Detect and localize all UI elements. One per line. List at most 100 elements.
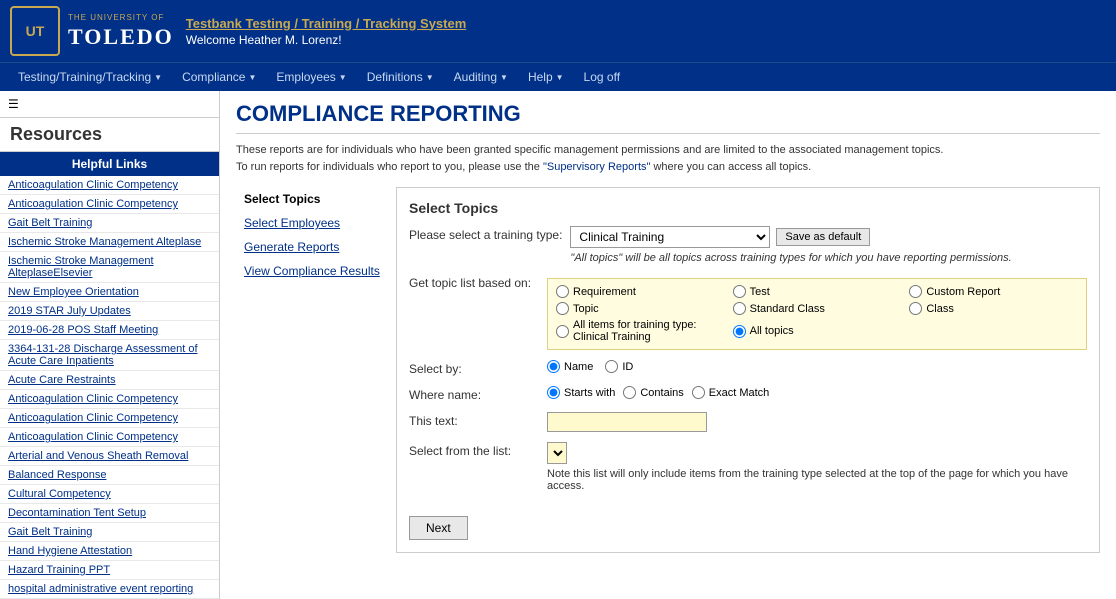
all-topics-note: "All topics" will be all topics across t… [570, 252, 1087, 264]
radio-topic[interactable]: Topic [556, 302, 725, 315]
nav-testing-arrow: ▼ [154, 73, 162, 82]
nav-definitions[interactable]: Definitions ▼ [359, 67, 442, 87]
menu-icon[interactable]: ☰ [0, 91, 219, 118]
training-type-input-row: Clinical Training Gail Belt Training Bal… [570, 226, 1087, 248]
radio-name[interactable]: Name [547, 360, 593, 373]
nav-help[interactable]: Help ▼ [520, 67, 572, 87]
nav-employees-arrow: ▼ [339, 73, 347, 82]
select-list-control: - Note this list will only include items… [547, 442, 1087, 492]
welcome-message: Welcome Heather M. Lorenz! [186, 33, 467, 47]
nav-auditing-arrow: ▼ [500, 73, 508, 82]
nav-help-arrow: ▼ [556, 73, 564, 82]
description-text-2: To run reports for individuals who repor… [236, 161, 543, 173]
select-by-label: Select by: [409, 360, 539, 376]
sidebar-link-10[interactable]: Anticoagulation Clinic Competency [0, 390, 219, 409]
sidebar-link-8[interactable]: 3364-131-28 Discharge Assessment of Acut… [0, 340, 219, 371]
sidebar-link-0[interactable]: Anticoagulation Clinic Competency [0, 176, 219, 195]
radio-all-topics[interactable]: All topics [733, 319, 902, 343]
sidebar-link-19[interactable]: Hazard Training PPT [0, 561, 219, 580]
main-layout: ☰ Resources Helpful Links Anticoagulatio… [0, 91, 1116, 599]
training-type-control: Clinical Training Gail Belt Training Bal… [570, 226, 1087, 264]
nav-compliance-arrow: ▼ [248, 73, 256, 82]
logo-text-area: The University of TOLEDO [68, 13, 174, 50]
sidebar-link-20[interactable]: hospital administrative event reporting [0, 580, 219, 599]
sidebar-link-15[interactable]: Cultural Competency [0, 485, 219, 504]
nav-testing[interactable]: Testing/Training/Tracking ▼ [10, 67, 170, 87]
nav-bar: Testing/Training/Tracking ▼ Compliance ▼… [0, 62, 1116, 91]
radio-class[interactable]: Class [909, 302, 1078, 315]
helpful-links-label: Helpful Links [0, 152, 219, 176]
page-description: These reports are for individuals who ha… [236, 142, 1100, 175]
header-top: UT The University of TOLEDO Testbank Tes… [0, 0, 1116, 62]
step-generate-reports[interactable]: Generate Reports [236, 235, 396, 259]
select-by-control: Name ID [547, 360, 1087, 373]
radio-all-items[interactable]: All items for training type: Clinical Tr… [556, 319, 725, 343]
nav-compliance[interactable]: Compliance ▼ [174, 67, 264, 87]
logo-shield: UT [10, 6, 60, 56]
sidebar-link-6[interactable]: 2019 STAR July Updates [0, 302, 219, 321]
radio-standard-class[interactable]: Standard Class [733, 302, 902, 315]
sidebar-link-13[interactable]: Arterial and Venous Sheath Removal [0, 447, 219, 466]
get-topic-label: Get topic list based on: [409, 274, 539, 290]
sidebar-link-3[interactable]: Ischemic Stroke Management Alteplase [0, 233, 219, 252]
next-button[interactable]: Next [409, 516, 468, 540]
this-text-control [547, 412, 1087, 432]
select-list-dropdown[interactable]: - [547, 442, 567, 464]
sidebar-link-11[interactable]: Anticoagulation Clinic Competency [0, 409, 219, 428]
training-type-row: Please select a training type: Clinical … [409, 226, 1087, 264]
where-name-row: Where name: Starts with Contains Exact M… [409, 386, 1087, 402]
sidebar-link-17[interactable]: Gait Belt Training [0, 523, 219, 542]
nav-employees[interactable]: Employees ▼ [268, 67, 354, 87]
where-name-control: Starts with Contains Exact Match [547, 386, 1087, 399]
this-text-row: This text: [409, 412, 1087, 432]
radio-custom-report[interactable]: Custom Report [909, 285, 1078, 298]
sidebar-link-1[interactable]: Anticoagulation Clinic Competency [0, 195, 219, 214]
where-name-label: Where name: [409, 386, 539, 402]
select-list-label: Select from the list: [409, 442, 539, 458]
select-by-options: Name ID [547, 360, 1087, 373]
step-view-results[interactable]: View Compliance Results [236, 259, 396, 283]
training-type-label: Please select a training type: [409, 226, 562, 242]
sidebar-link-9[interactable]: Acute Care Restraints [0, 371, 219, 390]
sidebar-link-7[interactable]: 2019-06-28 POS Staff Meeting [0, 321, 219, 340]
sidebar: ☰ Resources Helpful Links Anticoagulatio… [0, 91, 220, 599]
content: COMPLIANCE REPORTING These reports are f… [220, 91, 1116, 599]
header-right: Testbank Testing / Training / Tracking S… [186, 16, 467, 47]
supervisory-reports-link[interactable]: "Supervisory Reports" [543, 161, 650, 173]
step-select-employees[interactable]: Select Employees [236, 211, 396, 235]
radio-id[interactable]: ID [605, 360, 633, 373]
this-text-input[interactable] [547, 412, 707, 432]
nav-definitions-arrow: ▼ [426, 73, 434, 82]
topic-options-grid: Requirement Test Custom Report Topic Sta… [547, 278, 1087, 350]
sidebar-link-2[interactable]: Gait Belt Training [0, 214, 219, 233]
sidebar-link-5[interactable]: New Employee Orientation [0, 283, 219, 302]
nav-auditing[interactable]: Auditing ▼ [446, 67, 516, 87]
system-title: Testbank Testing / Training / Tracking S… [186, 16, 467, 31]
radio-requirement[interactable]: Requirement [556, 285, 725, 298]
form-panel: Select Topics Please select a training t… [396, 187, 1100, 553]
form-layout: Select Topics Select Employees Generate … [236, 187, 1100, 553]
select-list-row: Select from the list: - Note this list w… [409, 442, 1087, 492]
radio-contains[interactable]: Contains [623, 386, 683, 399]
training-type-select[interactable]: Clinical Training Gail Belt Training Bal… [570, 226, 770, 248]
steps-panel: Select Topics Select Employees Generate … [236, 187, 396, 553]
get-topic-row: Get topic list based on: Requirement Tes… [409, 274, 1087, 350]
sidebar-link-16[interactable]: Decontamination Tent Setup [0, 504, 219, 523]
sidebar-link-14[interactable]: Balanced Response [0, 466, 219, 485]
radio-test[interactable]: Test [733, 285, 902, 298]
get-topic-control: Requirement Test Custom Report Topic Sta… [547, 274, 1087, 350]
radio-exact-match[interactable]: Exact Match [692, 386, 770, 399]
this-text-label: This text: [409, 412, 539, 428]
sidebar-link-4[interactable]: Ischemic Stroke Management AlteplaseElse… [0, 252, 219, 283]
logo-area: UT The University of TOLEDO [10, 6, 174, 56]
resources-title: Resources [0, 118, 219, 152]
sidebar-link-18[interactable]: Hand Hygiene Attestation [0, 542, 219, 561]
radio-starts-with[interactable]: Starts with [547, 386, 615, 399]
nav-logout[interactable]: Log off [576, 67, 628, 87]
save-default-button[interactable]: Save as default [776, 228, 870, 246]
list-note: Note this list will only include items f… [547, 468, 1087, 492]
sidebar-link-12[interactable]: Anticoagulation Clinic Competency [0, 428, 219, 447]
where-name-options: Starts with Contains Exact Match [547, 386, 1087, 399]
step-select-topics[interactable]: Select Topics [236, 187, 396, 211]
form-panel-title: Select Topics [409, 200, 1087, 216]
